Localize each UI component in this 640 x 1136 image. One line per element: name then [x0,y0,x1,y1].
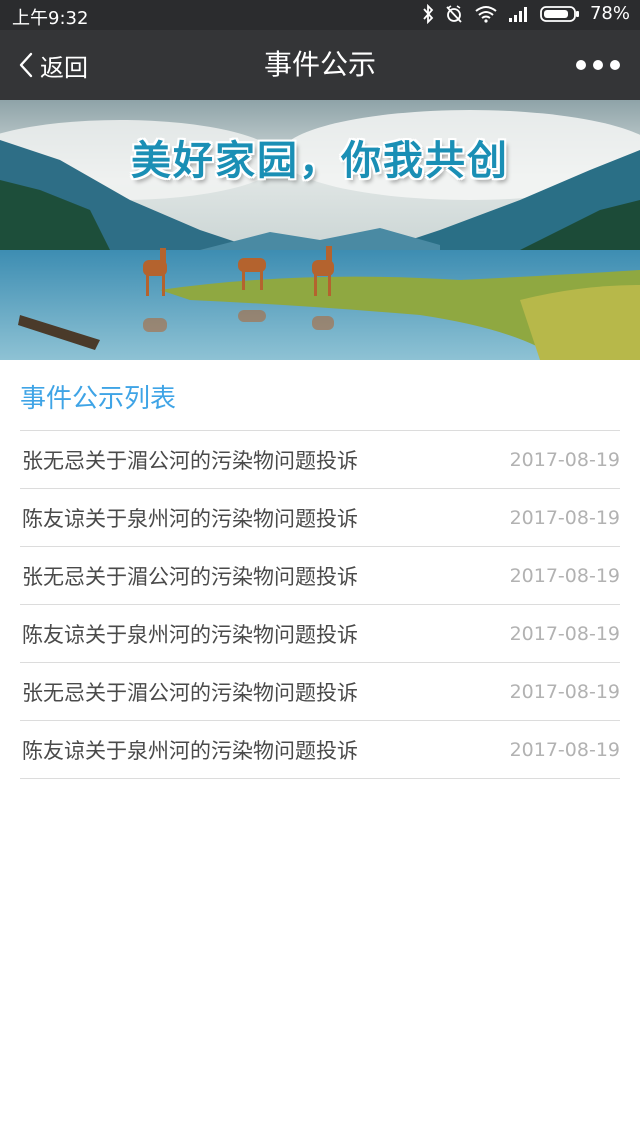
list-item-date: 2017-08-19 [509,564,620,587]
list-item[interactable]: 张无忌关于湄公河的污染物问题投诉 2017-08-19 [20,431,620,489]
back-label: 返回 [40,53,88,82]
list-item-date: 2017-08-19 [509,506,620,529]
alarm-off-icon [446,4,462,23]
nav-bar: 返回 事件公示 [0,30,640,100]
event-list: 张无忌关于湄公河的污染物问题投诉 2017-08-19 陈友谅关于泉州河的污染物… [20,430,620,779]
banner-image: 美好家园，你我共创 [0,100,640,360]
list-item[interactable]: 张无忌关于湄公河的污染物问题投诉 2017-08-19 [20,547,620,605]
page-title: 事件公示 [263,48,376,81]
section-title: 事件公示列表 [20,384,177,414]
list-item-title: 张无忌关于湄公河的污染物问题投诉 [22,680,358,705]
bluetooth-icon [423,3,434,24]
more-dots-icon[interactable] [576,30,620,100]
list-item-title: 张无忌关于湄公河的污染物问题投诉 [22,448,358,473]
list-item[interactable]: 陈友谅关于泉州河的污染物问题投诉 2017-08-19 [20,721,620,779]
list-item-title: 张无忌关于湄公河的污染物问题投诉 [22,564,358,589]
list-item-date: 2017-08-19 [509,622,620,645]
dot [610,60,620,70]
status-bar: 上午9:32 78% [0,0,640,30]
list-item[interactable]: 陈友谅关于泉州河的污染物问题投诉 2017-08-19 [20,489,620,547]
status-icons: 78% [422,3,630,24]
status-time: 上午9:32 [12,8,89,29]
battery-percentage: 78% [589,3,630,24]
list-item-title: 陈友谅关于泉州河的污染物问题投诉 [22,622,358,647]
list-item-date: 2017-08-19 [509,738,620,761]
list-item[interactable]: 陈友谅关于泉州河的污染物问题投诉 2017-08-19 [20,605,620,663]
banner-slogan: 美好家园，你我共创 [131,138,509,184]
chevron-left-icon [19,52,33,78]
wifi-icon [475,5,497,23]
back-button[interactable]: 返回 [18,30,88,100]
list-item-title: 陈友谅关于泉州河的污染物问题投诉 [22,506,358,531]
list-item[interactable]: 张无忌关于湄公河的污染物问题投诉 2017-08-19 [20,663,620,721]
signal-icon [508,6,527,22]
battery-icon [540,5,579,22]
dot [593,60,603,70]
list-item-title: 陈友谅关于泉州河的污染物问题投诉 [22,738,358,763]
dot [576,60,586,70]
list-item-date: 2017-08-19 [509,680,620,703]
list-item-date: 2017-08-19 [509,448,620,471]
